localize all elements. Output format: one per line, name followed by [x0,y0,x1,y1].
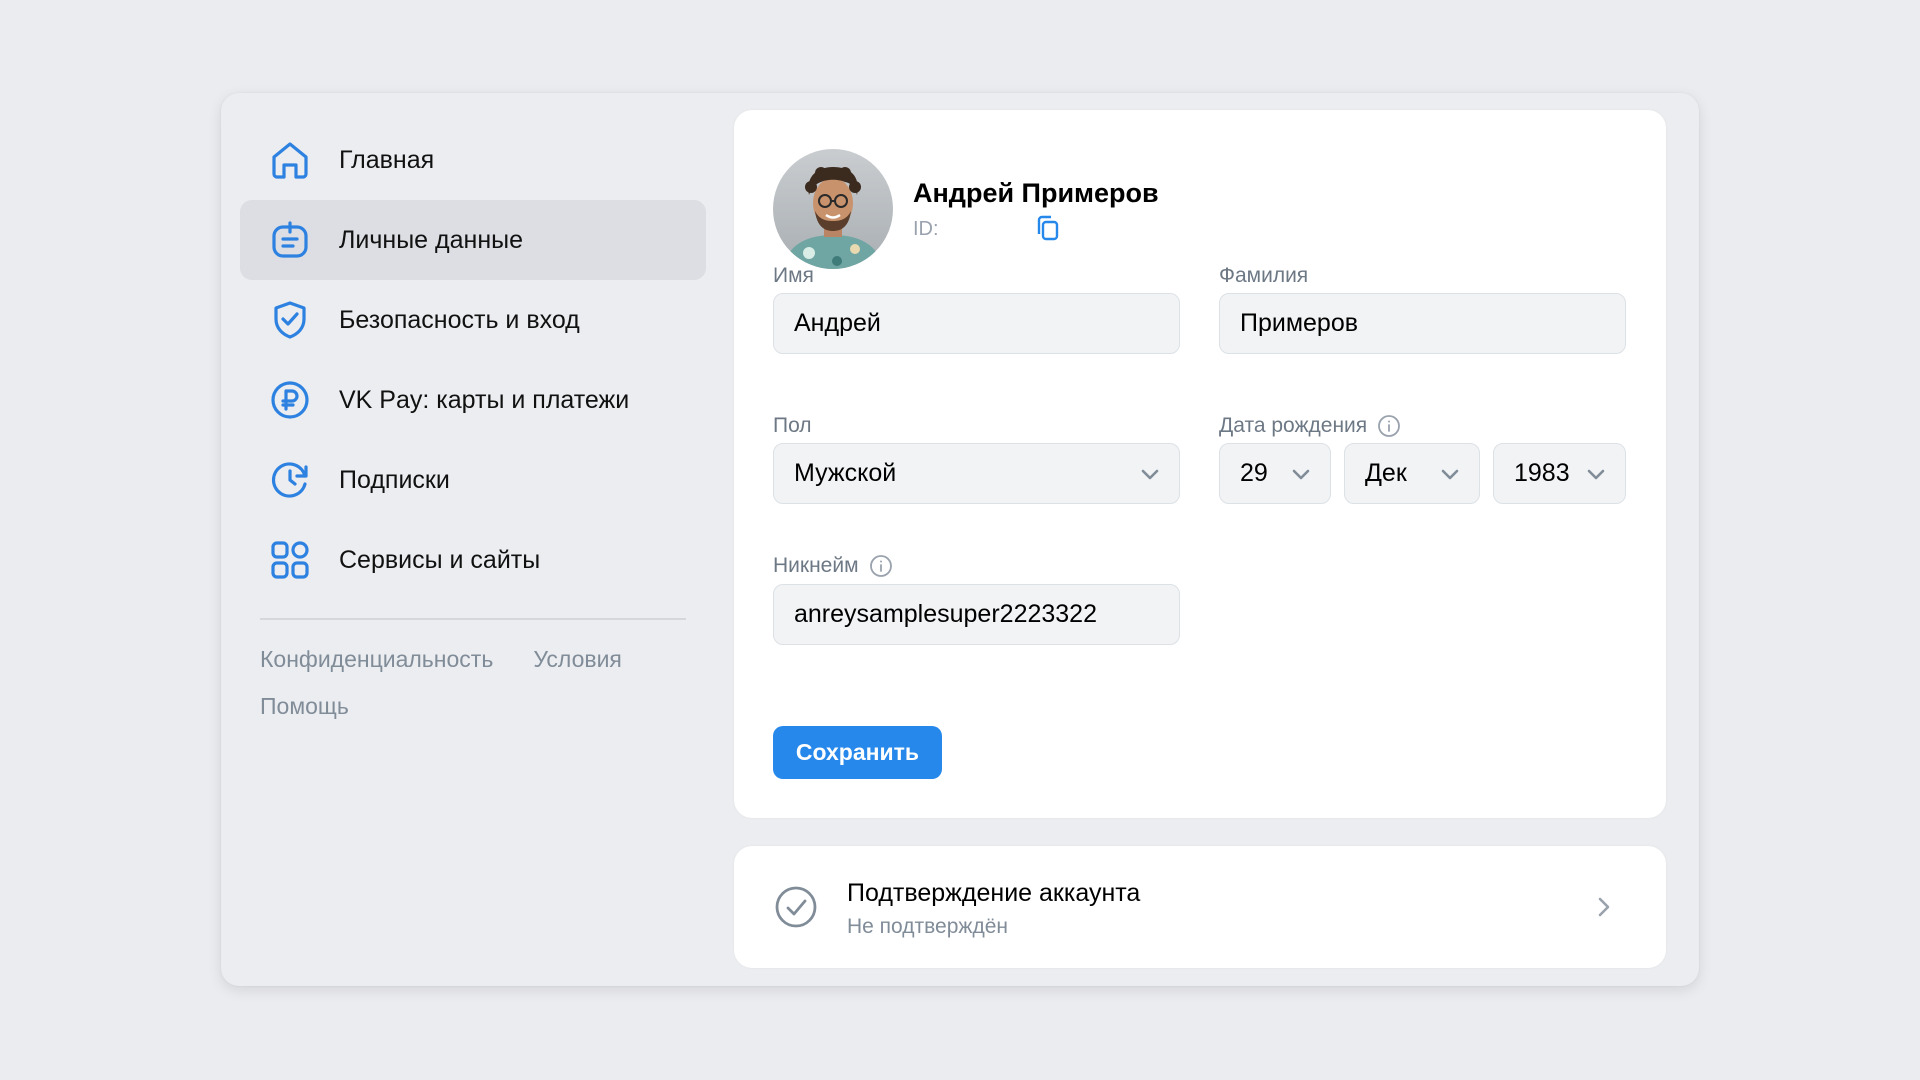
sidebar-item-label: Безопасность и вход [339,305,580,334]
last-name-label-text: Фамилия [1219,264,1309,287]
nickname-label-text: Никнейм [773,554,859,577]
birth-day-value: 29 [1240,459,1268,487]
ruble-icon [268,378,312,422]
personal-data-icon [268,218,312,262]
first-name-input[interactable]: Андрей [773,293,1180,354]
birth-year-select[interactable]: 1983 [1493,443,1626,504]
chevron-down-icon [1583,461,1609,487]
gender-select[interactable]: Мужской [773,443,1180,504]
chevron-down-icon [1288,461,1314,487]
sidebar-item-vk-pay[interactable]: VK Pay: карты и платежи [240,360,706,440]
birth-day-select[interactable]: 29 [1219,443,1331,504]
copy-icon[interactable] [1034,214,1062,242]
chevron-down-icon [1137,461,1163,487]
settings-window: Главная Личные данные Безопасность и вхо… [221,93,1699,986]
info-icon[interactable] [1377,414,1401,438]
avatar[interactable] [773,149,893,269]
help-link[interactable]: Помощь [260,693,349,720]
sidebar-divider [260,618,686,620]
birth-date-label-text: Дата рождения [1219,414,1368,437]
shield-check-icon [268,298,312,342]
sidebar-item-label: Сервисы и сайты [339,545,541,574]
gender-label-text: Пол [773,414,812,437]
last-name-label: Фамилия [1219,264,1308,288]
home-icon [268,138,312,182]
first-name-label: Имя [773,264,814,288]
sidebar-item-personal-data[interactable]: Личные данные [240,200,706,280]
birth-month-select[interactable]: Дек [1344,443,1480,504]
info-icon[interactable] [869,554,893,578]
verification-status: Не подтверждён [847,915,1008,938]
nickname-input[interactable]: anreysamplesuper2223322 [773,584,1180,645]
gender-select-value: Мужской [794,459,897,487]
birth-month-value: Дек [1365,459,1407,487]
first-name-label-text: Имя [773,264,814,287]
profile-card: Андрей Примеров ID: Имя Андрей Фамилия П… [734,110,1666,818]
birth-year-value: 1983 [1514,459,1570,487]
sidebar-item-subscriptions[interactable]: Подписки [240,440,706,520]
chevron-down-icon [1437,461,1463,487]
sidebar-item-label: Главная [339,145,435,174]
profile-id-label: ID: [913,218,939,240]
birth-date-label: Дата рождения [1219,414,1401,438]
sidebar-item-home[interactable]: Главная [240,120,706,200]
account-verification-card[interactable]: Подтверждение аккаунта Не подтверждён [734,846,1666,968]
check-circle-icon [774,885,818,929]
sidebar-item-security[interactable]: Безопасность и вход [240,280,706,360]
profile-name: Андрей Примеров [913,178,1159,208]
nickname-label: Никнейм [773,554,893,578]
privacy-link[interactable]: Конфиденциальность [260,646,493,673]
services-grid-icon [268,538,312,582]
save-button[interactable]: Сохранить [773,726,942,779]
footer-links: Конфиденциальность Условия Помощь [240,646,706,720]
gender-label: Пол [773,414,812,438]
subscriptions-icon [268,458,312,502]
sidebar-item-services[interactable]: Сервисы и сайты [240,520,706,600]
sidebar: Главная Личные данные Безопасность и вхо… [240,120,706,740]
last-name-input[interactable]: Примеров [1219,293,1626,354]
sidebar-item-label: VK Pay: карты и платежи [339,385,630,414]
chevron-right-icon [1590,893,1618,921]
terms-link[interactable]: Условия [533,646,622,673]
sidebar-item-label: Личные данные [339,225,523,254]
verification-title: Подтверждение аккаунта [847,879,1141,907]
sidebar-item-label: Подписки [339,465,450,494]
